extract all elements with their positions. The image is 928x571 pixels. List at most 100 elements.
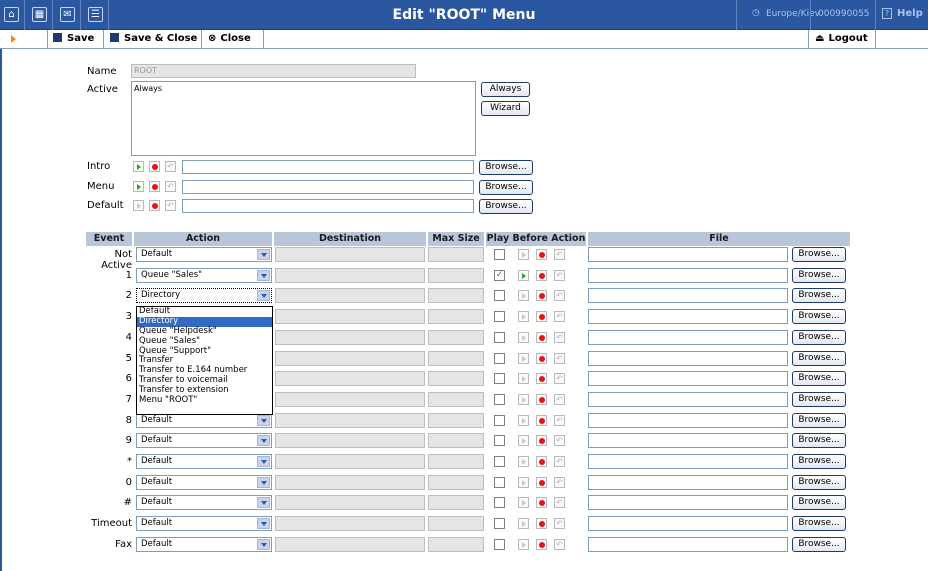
wizard-button[interactable]: Wizard	[481, 101, 530, 116]
chevron-down-icon[interactable]	[257, 290, 270, 301]
chevron-down-icon[interactable]	[257, 477, 270, 488]
chevron-down-icon[interactable]	[257, 249, 270, 260]
browse-button[interactable]: Browse...	[792, 309, 846, 324]
file-field[interactable]	[588, 309, 788, 324]
intro-browse-button[interactable]: Browse...	[479, 160, 533, 175]
reset-icon[interactable]: ↶	[554, 353, 565, 364]
record-icon[interactable]	[536, 415, 547, 426]
menu-file-field[interactable]	[182, 180, 474, 194]
play-before-checkbox[interactable]	[494, 373, 505, 384]
save-button[interactable]: Save	[47, 30, 104, 48]
record-icon[interactable]	[536, 497, 547, 508]
file-field[interactable]	[588, 516, 788, 531]
play-before-checkbox[interactable]	[494, 456, 505, 467]
play-before-checkbox[interactable]	[494, 332, 505, 343]
play-before-checkbox[interactable]	[494, 290, 505, 301]
reset-icon[interactable]: ↶	[554, 456, 565, 467]
account-id[interactable]: 000990055	[818, 9, 870, 19]
browse-button[interactable]: Browse...	[792, 288, 846, 303]
browse-button[interactable]: Browse...	[792, 247, 846, 262]
play-before-checkbox[interactable]	[494, 249, 505, 260]
browse-button[interactable]: Browse...	[792, 475, 846, 490]
reset-icon[interactable]: ↶	[554, 373, 565, 384]
record-icon[interactable]	[536, 249, 547, 260]
action-select[interactable]: Default	[136, 495, 272, 510]
record-icon[interactable]	[536, 477, 547, 488]
play-before-checkbox[interactable]	[494, 415, 505, 426]
logout-button[interactable]: ⏏ Logout	[808, 30, 876, 48]
active-textarea[interactable]: Always	[131, 81, 476, 156]
play-icon[interactable]	[133, 181, 144, 192]
reset-icon[interactable]: ↶	[554, 415, 565, 426]
browse-button[interactable]: Browse...	[792, 495, 846, 510]
play-before-checkbox[interactable]: ✓	[494, 270, 505, 281]
action-dropdown-list[interactable]: Default Directory Queue "Helpdesk" Queue "S…	[136, 306, 273, 415]
default-file-field[interactable]	[182, 199, 474, 213]
chevron-down-icon[interactable]	[257, 456, 270, 467]
intro-file-field[interactable]	[182, 160, 474, 174]
action-select[interactable]: Queue "Sales"	[136, 268, 272, 283]
record-icon[interactable]	[536, 394, 547, 405]
reset-icon[interactable]: ↶	[554, 332, 565, 343]
help-link[interactable]: Help	[897, 8, 923, 19]
file-field[interactable]	[588, 413, 788, 428]
action-select[interactable]: Default	[136, 516, 272, 531]
record-icon[interactable]	[536, 353, 547, 364]
default-browse-button[interactable]: Browse...	[479, 199, 533, 214]
always-button[interactable]: Always	[481, 82, 530, 97]
record-icon[interactable]	[536, 311, 547, 322]
reset-icon[interactable]: ↶	[554, 497, 565, 508]
save-close-button[interactable]: Save & Close	[104, 30, 202, 48]
reset-icon[interactable]: ↶	[554, 249, 565, 260]
chevron-down-icon[interactable]	[257, 539, 270, 550]
play-before-checkbox[interactable]	[494, 477, 505, 488]
play-before-checkbox[interactable]	[494, 518, 505, 529]
play-before-checkbox[interactable]	[494, 353, 505, 364]
file-field[interactable]	[588, 454, 788, 469]
chevron-down-icon[interactable]	[257, 497, 270, 508]
file-field[interactable]	[588, 288, 788, 303]
reset-icon[interactable]: ↶	[554, 477, 565, 488]
record-icon[interactable]	[536, 270, 547, 281]
file-field[interactable]	[588, 495, 788, 510]
play-before-checkbox[interactable]	[494, 497, 505, 508]
reset-icon[interactable]: ↶	[554, 311, 565, 322]
reset-icon[interactable]: ↶	[554, 518, 565, 529]
record-icon[interactable]	[536, 332, 547, 343]
browse-button[interactable]: Browse...	[792, 516, 846, 531]
reset-icon[interactable]: ↶	[165, 200, 176, 211]
record-icon[interactable]	[536, 290, 547, 301]
reset-icon[interactable]: ↶	[554, 539, 565, 550]
chevron-down-icon[interactable]	[257, 270, 270, 281]
timezone-link[interactable]: Europe/Kiev	[766, 9, 820, 19]
record-icon[interactable]	[536, 518, 547, 529]
action-select[interactable]: Default	[136, 475, 272, 490]
reset-icon[interactable]: ↶	[554, 290, 565, 301]
action-select[interactable]: Directory	[136, 288, 272, 303]
file-field[interactable]	[588, 247, 788, 262]
chevron-down-icon[interactable]	[257, 518, 270, 529]
chevron-down-icon[interactable]	[257, 435, 270, 446]
action-select[interactable]: Default	[136, 413, 272, 428]
file-field[interactable]	[588, 268, 788, 283]
browse-button[interactable]: Browse...	[792, 392, 846, 407]
browse-button[interactable]: Browse...	[792, 330, 846, 345]
action-select[interactable]: Default	[136, 433, 272, 448]
record-icon[interactable]	[149, 161, 160, 172]
action-select[interactable]: Default	[136, 454, 272, 469]
play-before-checkbox[interactable]	[494, 394, 505, 405]
dropdown-option[interactable]: Menu "ROOT"	[137, 395, 272, 406]
reset-icon[interactable]: ↶	[554, 394, 565, 405]
browse-button[interactable]: Browse...	[792, 433, 846, 448]
file-field[interactable]	[588, 433, 788, 448]
file-field[interactable]	[588, 392, 788, 407]
record-icon[interactable]	[536, 435, 547, 446]
play-before-checkbox[interactable]	[494, 539, 505, 550]
browse-button[interactable]: Browse...	[792, 537, 846, 552]
browse-button[interactable]: Browse...	[792, 268, 846, 283]
action-select[interactable]: Default	[136, 537, 272, 552]
reset-icon[interactable]: ↶	[554, 435, 565, 446]
browse-button[interactable]: Browse...	[792, 454, 846, 469]
close-button[interactable]: ⊗ Close	[202, 30, 264, 48]
record-icon[interactable]	[536, 373, 547, 384]
